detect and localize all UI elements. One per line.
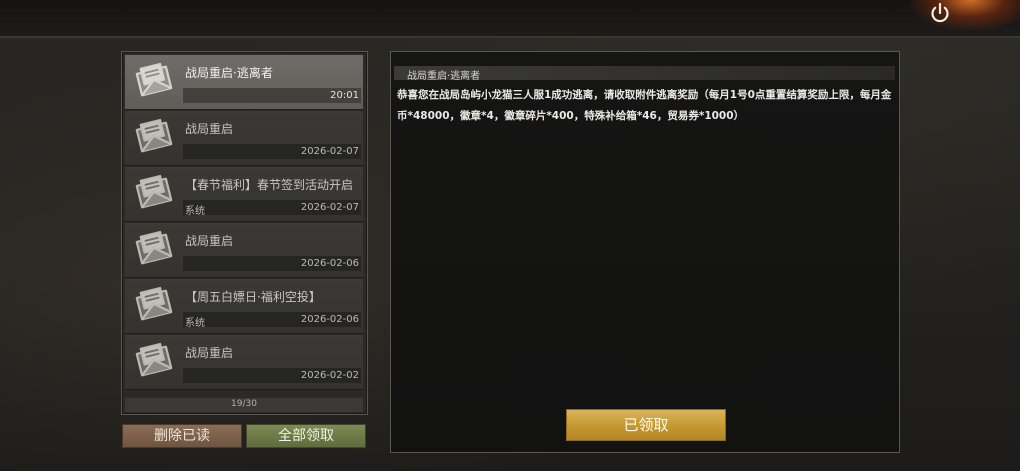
mail-item[interactable]: 战局重启 2026-02-02	[125, 335, 363, 390]
mail-item-title: 【春节福利】春节签到活动开启	[185, 178, 354, 192]
mail-item-title: 战局重启	[185, 234, 234, 248]
page-count: 19/30	[231, 399, 257, 409]
mail-item-date: 2026-02-06	[300, 314, 359, 325]
mail-screen: 战局重启·逃离者 20:01 战局重启 2026-02-07 【春节福利】春节签…	[0, 0, 1020, 471]
claimed-button[interactable]: 已领取	[566, 409, 726, 441]
detail-body: 恭喜您在战局岛屿小龙猫三人服1成功逃离，请收取附件逃离奖励（每月1号0点重置结算…	[397, 89, 892, 122]
mail-item[interactable]: 战局重启 2026-02-07	[125, 111, 363, 166]
mail-item-date: 2026-02-07	[300, 146, 359, 157]
power-icon[interactable]	[928, 1, 952, 25]
mail-item-title: 战局重启·逃离者	[185, 66, 273, 80]
mail-icon	[135, 286, 173, 321]
mail-icon	[135, 174, 173, 209]
mail-item-date: 2026-02-06	[300, 258, 359, 269]
mail-item-title: 【周五白嫖日·福利空投】	[185, 290, 321, 304]
top-divider	[0, 36, 1020, 38]
top-bar	[0, 0, 1020, 36]
mail-item-title: 战局重启	[185, 346, 234, 360]
page-indicator: 19/30	[125, 398, 363, 412]
mail-item-selected[interactable]: 战局重启·逃离者 20:01	[125, 55, 363, 110]
claim-all-button[interactable]: 全部领取	[246, 424, 366, 448]
mail-item-title: 战局重启	[185, 122, 234, 136]
power-glow	[910, 0, 1020, 30]
mail-list-panel: 战局重启·逃离者 20:01 战局重启 2026-02-07 【春节福利】春节签…	[121, 51, 368, 415]
mail-item-date: 2026-02-02	[300, 370, 359, 381]
mail-icon	[135, 62, 173, 97]
mail-icon	[135, 342, 173, 377]
mail-detail-panel: 战局重启·逃离者 恭喜您在战局岛屿小龙猫三人服1成功逃离，请收取附件逃离奖励（每…	[390, 51, 900, 453]
mail-item-date: 20:01	[330, 90, 359, 101]
mail-icon	[135, 118, 173, 153]
mail-item-sender: 系统	[185, 318, 205, 329]
mail-icon	[135, 230, 173, 265]
mail-item[interactable]: 【周五白嫖日·福利空投】 系统 2026-02-06	[125, 279, 363, 334]
mail-item-sender: 系统	[185, 206, 205, 217]
detail-title: 战局重启·逃离者	[407, 71, 481, 82]
delete-read-button[interactable]: 删除已读	[122, 424, 242, 448]
mail-item[interactable]: 战局重启 2026-02-06	[125, 223, 363, 278]
detail-title-bar: 战局重启·逃离者	[394, 66, 895, 82]
mail-item-date: 2026-02-07	[300, 202, 359, 213]
mail-item[interactable]: 【春节福利】春节签到活动开启 系统 2026-02-07	[125, 167, 363, 222]
